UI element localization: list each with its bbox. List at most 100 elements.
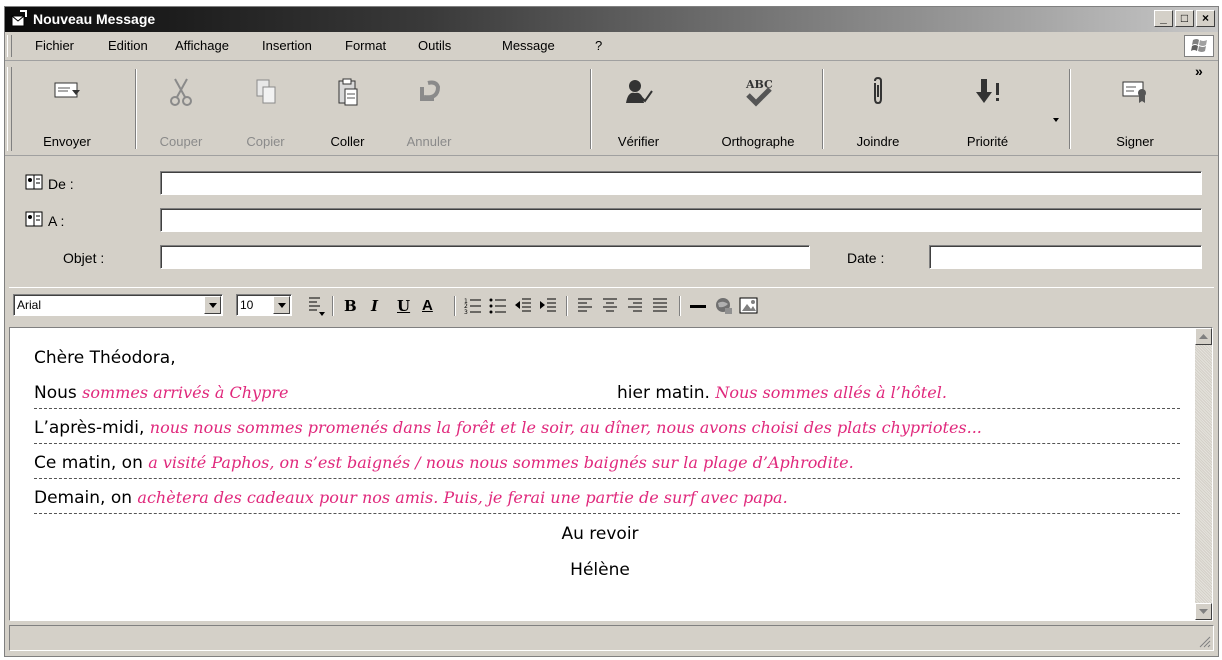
windows-logo-icon	[1184, 35, 1214, 57]
horizontal-line-icon[interactable]	[689, 297, 707, 315]
close-button[interactable]: ×	[1196, 10, 1215, 27]
menu-edition[interactable]: Edition	[108, 38, 148, 53]
check-names-button[interactable]: Vérifier	[601, 65, 676, 151]
menu-affichage[interactable]: Affichage	[175, 38, 229, 53]
decrease-indent-icon[interactable]	[514, 297, 532, 315]
bold-button[interactable]: B	[344, 297, 357, 315]
copy-button[interactable]: Copier	[228, 65, 303, 151]
spelling-button[interactable]: ABC Orthographe	[703, 65, 813, 151]
send-icon	[54, 82, 80, 98]
font-value: Arial	[17, 298, 42, 312]
scroll-up-button[interactable]	[1195, 328, 1212, 345]
status-bar	[9, 625, 1214, 651]
cut-label: Couper	[159, 134, 203, 149]
answer-line	[34, 443, 1180, 444]
bulleted-list-icon[interactable]	[489, 297, 507, 315]
align-left-icon[interactable]	[577, 297, 593, 315]
spelling-label: Orthographe	[721, 134, 795, 149]
sign-button[interactable]: Signer	[1095, 65, 1175, 151]
scissors-icon	[170, 78, 192, 106]
message-body[interactable]: Chère Théodora, Nous sommes arrivés à Ch…	[9, 327, 1213, 621]
spelling-icon: ABC	[745, 78, 773, 107]
attach-label: Joindre	[856, 134, 900, 149]
menu-format[interactable]: Format	[345, 38, 386, 53]
from-field[interactable]	[160, 171, 1202, 195]
priority-button[interactable]: Priorité	[940, 65, 1035, 151]
answer-line	[34, 513, 1180, 514]
font-size-value: 10	[240, 298, 254, 312]
sign-label: Signer	[1116, 134, 1154, 149]
priority-dropdown-icon[interactable]	[1051, 115, 1061, 123]
svg-text:3: 3	[464, 309, 468, 315]
toolbar-separator	[135, 69, 137, 149]
maximize-button[interactable]: □	[1175, 10, 1194, 27]
vertical-scrollbar[interactable]	[1195, 328, 1212, 620]
menu-outils[interactable]: Outils	[418, 38, 451, 53]
title-bar[interactable]: Nouveau Message _ □ ×	[5, 7, 1218, 32]
date-field[interactable]	[929, 245, 1202, 269]
underline-button[interactable]: U	[397, 297, 410, 315]
attach-button[interactable]: Joindre	[839, 65, 917, 151]
toolbar-separator	[590, 69, 592, 149]
toolbar: Envoyer Couper Copier Coller Annuler Vér…	[5, 61, 1218, 156]
chevron-down-icon[interactable]	[204, 296, 221, 314]
paste-button[interactable]: Coller	[310, 65, 385, 151]
paragraph-style-icon[interactable]	[306, 295, 326, 317]
subject-field[interactable]	[160, 245, 810, 269]
message-header: De : A : Objet : Date :	[5, 157, 1218, 285]
menu-message[interactable]: Message	[502, 38, 555, 53]
priority-label: Priorité	[966, 134, 1009, 149]
align-right-icon[interactable]	[627, 297, 643, 315]
message-line-1-middle: hier matin. Nous sommes allés à l’hôtel.	[617, 383, 947, 403]
insert-link-icon[interactable]	[714, 296, 734, 316]
menu-grip[interactable]	[7, 35, 12, 57]
format-separator	[332, 296, 334, 316]
undo-button[interactable]: Annuler	[390, 65, 468, 151]
justify-icon[interactable]	[652, 297, 668, 315]
font-color-button[interactable]: A	[422, 297, 433, 314]
copy-label: Copier	[246, 134, 285, 149]
window-title: Nouveau Message	[33, 11, 156, 27]
new-message-icon	[11, 10, 27, 27]
send-button[interactable]: Envoyer	[25, 65, 109, 151]
chevron-down-icon[interactable]	[273, 296, 290, 314]
format-separator	[679, 296, 681, 316]
minimize-button[interactable]: _	[1154, 10, 1173, 27]
undo-icon	[420, 80, 441, 101]
address-book-icon[interactable]	[25, 211, 43, 227]
greeting: Chère Théodora,	[34, 348, 176, 368]
sign-icon	[1122, 81, 1146, 103]
menu-fichier[interactable]: Fichier	[35, 38, 74, 53]
numbered-list-icon[interactable]: 1 2 3	[464, 297, 482, 315]
italic-button[interactable]: I	[371, 297, 378, 315]
answer-text: achètera des cadeaux pour nos amis. Puis…	[137, 488, 788, 507]
toolbar-grip[interactable]	[7, 67, 12, 151]
resize-grip-icon[interactable]	[1197, 634, 1211, 648]
scroll-down-button[interactable]	[1195, 603, 1212, 620]
increase-indent-icon[interactable]	[539, 297, 557, 315]
align-center-icon[interactable]	[602, 297, 618, 315]
address-book-icon[interactable]	[25, 174, 43, 190]
more-tools-chevron[interactable]: »	[1195, 63, 1203, 79]
signature: Hélène	[570, 560, 630, 580]
insert-picture-icon[interactable]	[739, 296, 759, 316]
send-label: Envoyer	[43, 134, 91, 149]
paste-label: Coller	[330, 134, 365, 149]
format-separator	[454, 296, 456, 316]
subject-label: Objet :	[63, 250, 105, 266]
message-line-2: L’après-midi, nous nous sommes promenés …	[34, 418, 982, 438]
font-size-select[interactable]: 10	[236, 294, 292, 316]
to-field[interactable]	[160, 208, 1202, 232]
undo-label: Annuler	[406, 134, 452, 149]
cut-button[interactable]: Couper	[145, 65, 217, 151]
menu-insertion[interactable]: Insertion	[262, 38, 312, 53]
answer-text: a visité Paphos, on s’est baignés / nous…	[148, 453, 854, 472]
answer-text: sommes arrivés à Chypre	[82, 383, 289, 402]
paste-icon	[338, 78, 357, 106]
check-names-icon	[625, 80, 653, 103]
message-line-4: Demain, on achètera des cadeaux pour nos…	[34, 488, 788, 508]
font-select[interactable]: Arial	[13, 294, 223, 316]
answer-line	[34, 478, 1180, 479]
menu-help[interactable]: ?	[595, 38, 602, 53]
format-separator	[566, 296, 568, 316]
